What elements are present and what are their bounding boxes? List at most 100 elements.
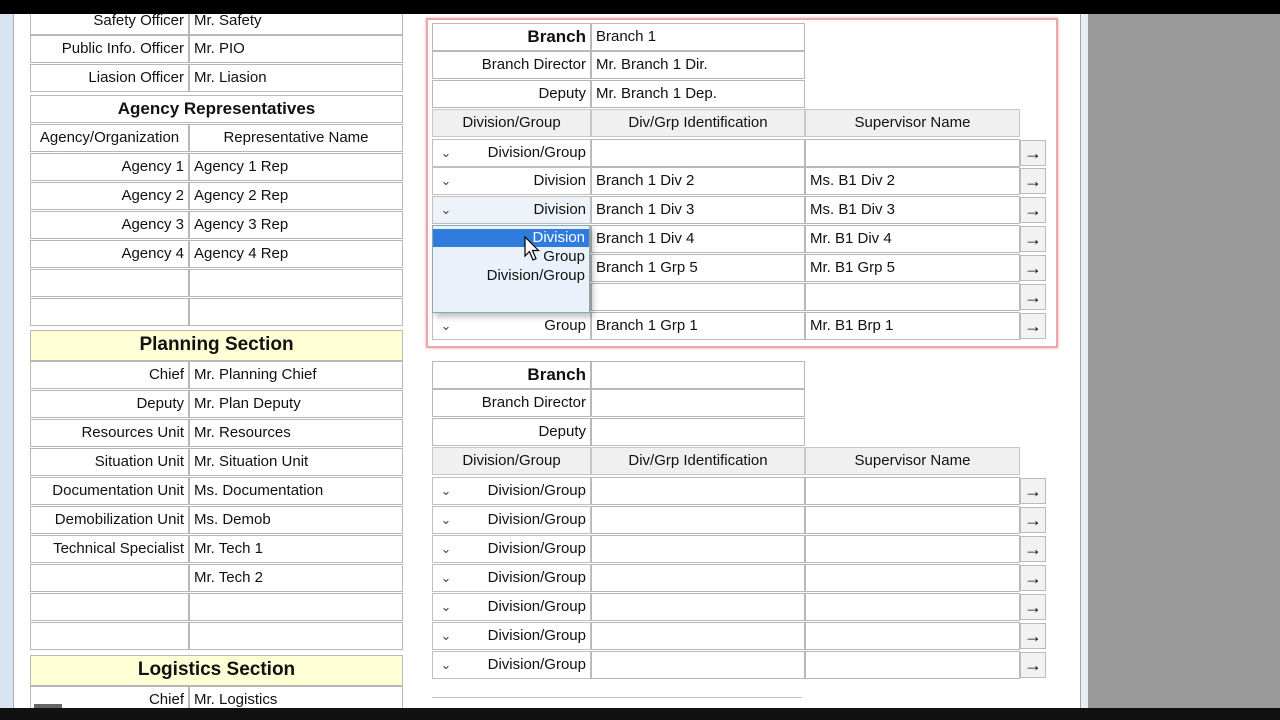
div-grp-id-field[interactable]: Branch 1 Div 4 — [591, 225, 805, 253]
supervisor-field[interactable] — [805, 283, 1020, 311]
liaison-officer-field[interactable]: Mr. Liasion — [189, 64, 403, 92]
technical-specialist-field[interactable] — [189, 622, 403, 650]
chevron-down-icon[interactable]: ⌄ — [439, 197, 453, 223]
supervisor-field[interactable] — [805, 622, 1020, 650]
branch-deputy-field[interactable] — [591, 418, 805, 446]
chevron-down-icon[interactable]: ⌄ — [439, 565, 453, 591]
div-grp-id-field[interactable]: Branch 1 Div 3 — [591, 196, 805, 224]
chevron-down-icon[interactable]: ⌄ — [439, 623, 453, 649]
planning-chief-field[interactable]: Mr. Planning Chief — [189, 361, 403, 389]
div-grp-id-field[interactable] — [591, 283, 805, 311]
branch-deputy-field[interactable]: Mr. Branch 1 Dep. — [591, 80, 805, 108]
division-group-combobox-open[interactable]: ⌄ Division — [432, 196, 591, 224]
chevron-down-icon[interactable]: ⌄ — [439, 507, 453, 533]
branch-director-field[interactable]: Mr. Branch 1 Dir. — [591, 51, 805, 79]
supervisor-field[interactable] — [805, 477, 1020, 505]
div-grp-id-field[interactable] — [591, 564, 805, 592]
agency-column-header: Agency/Organization — [30, 124, 189, 152]
supervisor-field[interactable] — [805, 139, 1020, 167]
div-grp-id-field[interactable]: Branch 1 Grp 5 — [591, 254, 805, 282]
arrow-right-icon[interactable]: → — [1020, 507, 1046, 533]
arrow-right-icon[interactable]: → — [1020, 226, 1046, 252]
safety-officer-field[interactable]: Mr. Safety — [189, 14, 403, 35]
division-group-combobox[interactable]: ⌄ Division/Group — [432, 139, 591, 167]
supervisor-field[interactable] — [805, 506, 1020, 534]
arrow-right-icon[interactable]: → — [1020, 168, 1046, 194]
agency-field[interactable] — [30, 269, 189, 297]
div-grp-id-field[interactable] — [591, 506, 805, 534]
supervisor-field[interactable] — [805, 593, 1020, 621]
technical-specialist-field[interactable]: Mr. Tech 2 — [189, 564, 403, 592]
chevron-down-icon[interactable]: ⌄ — [439, 168, 453, 194]
situation-unit-field[interactable]: Mr. Situation Unit — [189, 448, 403, 476]
supervisor-field[interactable]: Mr. B1 Grp 5 — [805, 254, 1020, 282]
arrow-right-icon[interactable]: → — [1020, 140, 1046, 166]
branch-name-field[interactable]: Branch 1 — [591, 23, 805, 51]
resources-unit-field[interactable]: Mr. Resources — [189, 419, 403, 447]
rep-name-field[interactable] — [189, 298, 403, 326]
arrow-right-icon[interactable]: → — [1020, 536, 1046, 562]
division-group-combobox[interactable]: ⌄ Division — [432, 167, 591, 195]
div-grp-id-field[interactable] — [591, 593, 805, 621]
div-grp-id-field[interactable] — [591, 535, 805, 563]
agency-field[interactable]: Agency 2 — [30, 182, 189, 210]
chevron-down-icon[interactable]: ⌄ — [439, 594, 453, 620]
arrow-right-icon[interactable]: → — [1020, 255, 1046, 281]
logistics-chief-field[interactable]: Mr. Logistics — [189, 686, 403, 708]
chevron-down-icon[interactable]: ⌄ — [439, 652, 453, 678]
div-grp-id-field[interactable] — [591, 622, 805, 650]
arrow-right-icon[interactable]: → — [1020, 197, 1046, 223]
agency-field[interactable]: Agency 3 — [30, 211, 189, 239]
arrow-right-icon[interactable]: → — [1020, 478, 1046, 504]
rep-name-field[interactable]: Agency 1 Rep — [189, 153, 403, 181]
division-group-combobox[interactable]: ⌄ Division/Group — [432, 477, 591, 505]
rep-name-field[interactable]: Agency 3 Rep — [189, 211, 403, 239]
division-group-combobox[interactable]: ⌄ Division/Group — [432, 564, 591, 592]
div-grp-id-field[interactable]: Branch 1 Grp 1 — [591, 312, 805, 340]
branch-name-field[interactable] — [591, 361, 805, 389]
supervisor-field[interactable]: Mr. B1 Div 4 — [805, 225, 1020, 253]
chevron-down-icon[interactable]: ⌄ — [439, 140, 453, 166]
supervisor-field[interactable] — [805, 535, 1020, 563]
rep-name-field[interactable]: Agency 4 Rep — [189, 240, 403, 268]
agency-field[interactable] — [30, 298, 189, 326]
division-group-combobox[interactable]: ⌄ Division/Group — [432, 535, 591, 563]
arrow-right-icon[interactable]: → — [1020, 652, 1046, 678]
division-group-combobox[interactable]: ⌄ Group — [432, 312, 591, 340]
supervisor-field[interactable]: Ms. B1 Div 2 — [805, 167, 1020, 195]
division-group-combobox[interactable]: ⌄ Division/Group — [432, 593, 591, 621]
div-grp-id-field[interactable] — [591, 139, 805, 167]
branch-director-field[interactable] — [591, 389, 805, 417]
chevron-down-icon[interactable]: ⌄ — [439, 313, 453, 339]
chevron-down-icon[interactable]: ⌄ — [439, 536, 453, 562]
supervisor-field[interactable]: Mr. B1 Brp 1 — [805, 312, 1020, 340]
supervisor-field[interactable]: Ms. B1 Div 3 — [805, 196, 1020, 224]
arrow-right-icon[interactable]: → — [1020, 565, 1046, 591]
rep-name-field[interactable] — [189, 269, 403, 297]
technical-specialist-field[interactable]: Mr. Tech 1 — [189, 535, 403, 563]
div-grp-id-field[interactable] — [591, 651, 805, 679]
division-group-combobox[interactable]: ⌄ Division/Group — [432, 506, 591, 534]
dropdown-option-group[interactable]: Group — [543, 248, 585, 266]
pio-field[interactable]: Mr. PIO — [189, 35, 403, 63]
division-group-combobox[interactable]: ⌄ Division/Group — [432, 622, 591, 650]
supervisor-field[interactable] — [805, 651, 1020, 679]
dropdown-option-division-group[interactable]: Division/Group — [487, 267, 585, 285]
documentation-unit-field[interactable]: Ms. Documentation — [189, 477, 403, 505]
arrow-right-icon[interactable]: → — [1020, 284, 1046, 310]
div-grp-id-field[interactable] — [591, 477, 805, 505]
agency-field[interactable]: Agency 1 — [30, 153, 189, 181]
agency-field[interactable]: Agency 4 — [30, 240, 189, 268]
arrow-right-icon[interactable]: → — [1020, 623, 1046, 649]
planning-deputy-field[interactable]: Mr. Plan Deputy — [189, 390, 403, 418]
arrow-right-icon[interactable]: → — [1020, 313, 1046, 339]
rep-name-field[interactable]: Agency 2 Rep — [189, 182, 403, 210]
technical-specialist-field[interactable] — [189, 593, 403, 621]
div-grp-id-field[interactable]: Branch 1 Div 2 — [591, 167, 805, 195]
dropdown-option-division[interactable]: Division — [532, 229, 585, 247]
chevron-down-icon[interactable]: ⌄ — [439, 478, 453, 504]
supervisor-field[interactable] — [805, 564, 1020, 592]
demobilization-unit-field[interactable]: Ms. Demob — [189, 506, 403, 534]
arrow-right-icon[interactable]: → — [1020, 594, 1046, 620]
division-group-combobox[interactable]: ⌄ Division/Group — [432, 651, 591, 679]
